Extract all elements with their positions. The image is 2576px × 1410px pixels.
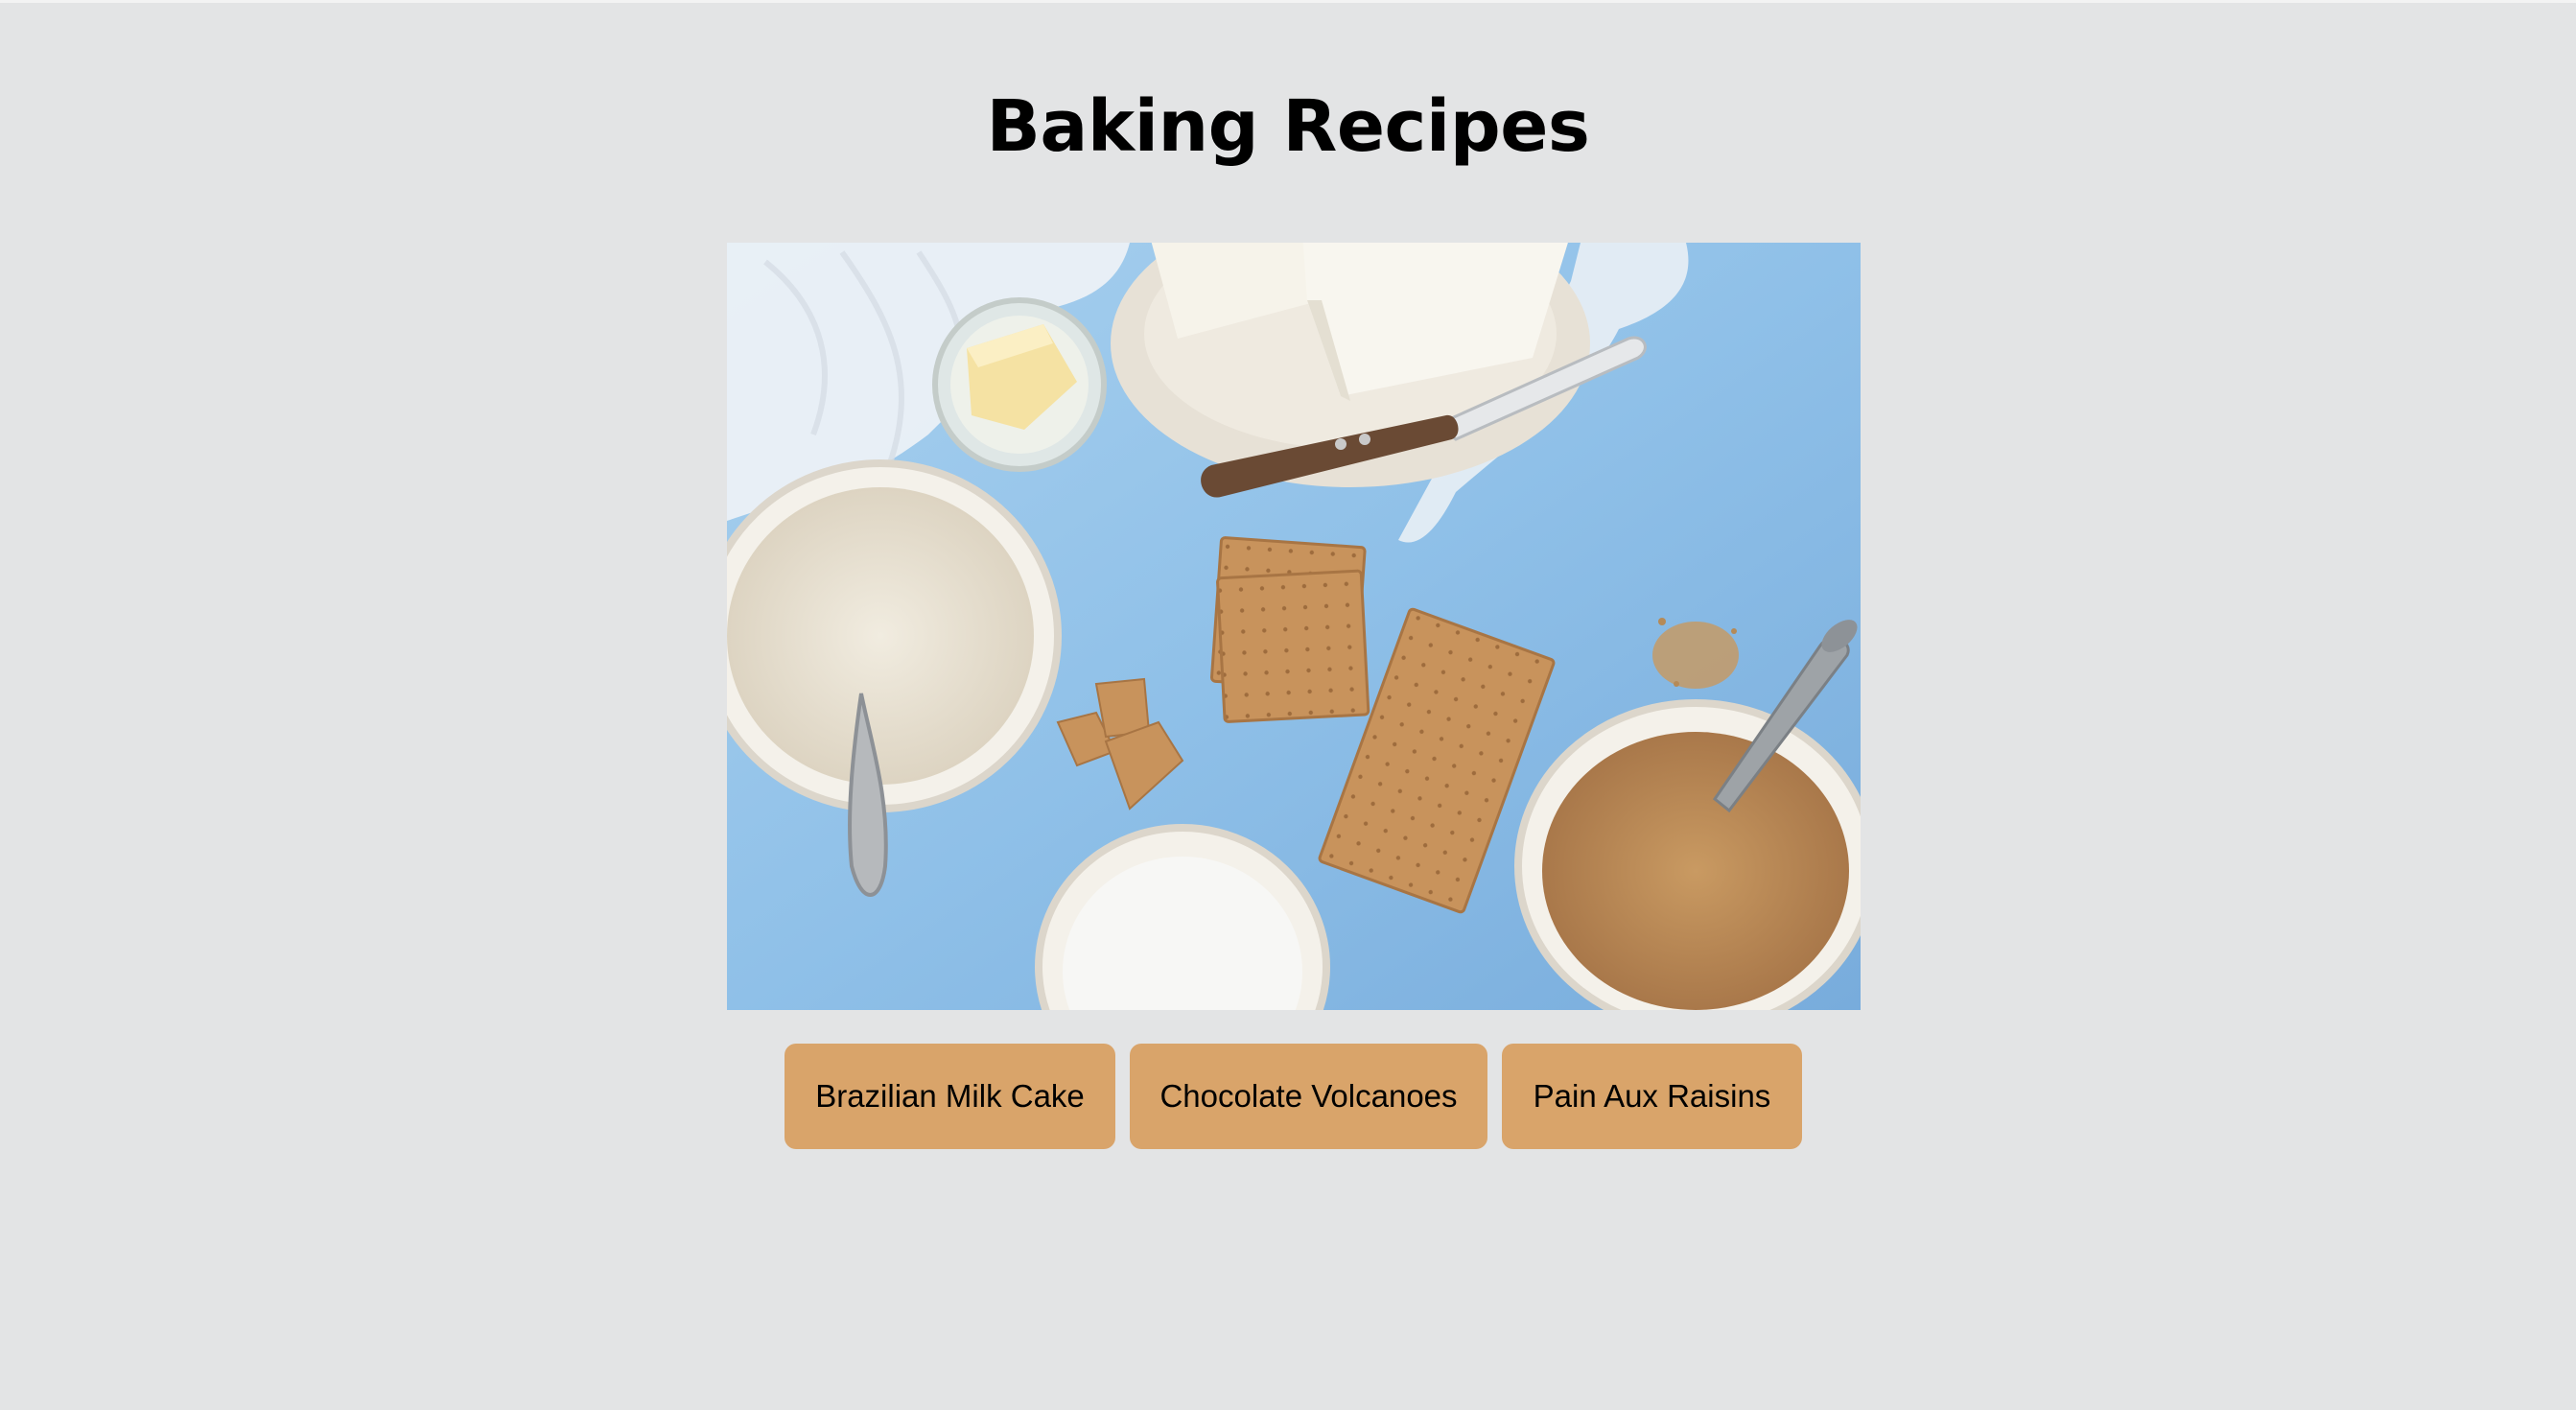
hero-image xyxy=(727,243,1861,1010)
recipe-button-brazilian-milk-cake[interactable]: Brazilian Milk Cake xyxy=(785,1044,1115,1149)
window-top-edge xyxy=(0,0,2576,3)
baking-ingredients-illustration xyxy=(727,243,1861,1010)
recipe-button-pain-aux-raisins[interactable]: Pain Aux Raisins xyxy=(1502,1044,1802,1149)
recipe-button-chocolate-volcanoes[interactable]: Chocolate Volcanoes xyxy=(1130,1044,1487,1149)
recipe-button-row: Brazilian Milk Cake Chocolate Volcanoes … xyxy=(0,1044,2576,1149)
page-title: Baking Recipes xyxy=(986,85,1590,168)
